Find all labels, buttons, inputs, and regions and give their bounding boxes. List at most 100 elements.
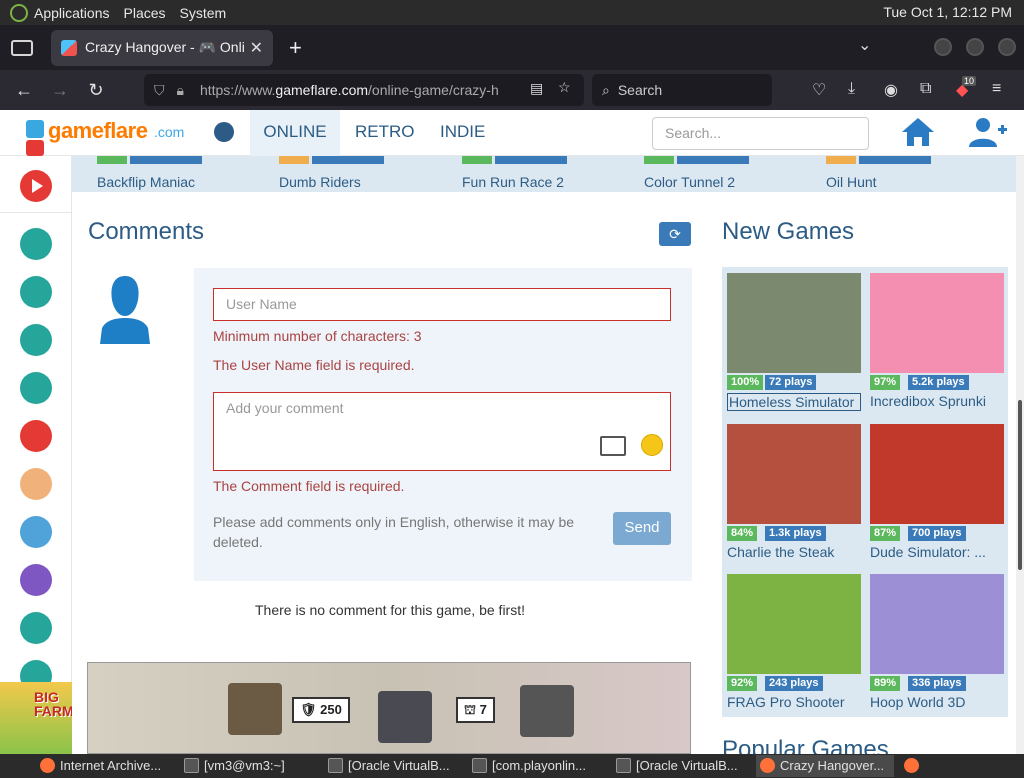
reload-button[interactable]: ↻ (78, 80, 114, 101)
close-window-button[interactable] (998, 38, 1016, 56)
account-icon[interactable]: ◉ (884, 80, 898, 100)
clock[interactable]: Tue Oct 1, 12:12 PM (883, 4, 1012, 20)
sidebar-divider (0, 212, 72, 213)
menu-system[interactable]: System (180, 5, 227, 21)
menu-hamburger-icon[interactable]: ≡ (992, 80, 1001, 98)
strip-game-link[interactable]: Backflip Maniac (97, 174, 195, 190)
site-search-input[interactable]: Search... (652, 117, 869, 150)
taskbar-item[interactable]: [Oracle VirtualB... (612, 755, 750, 777)
sidebar-item-penguin-icon[interactable] (20, 276, 52, 308)
game-card[interactable]: 100% 72 plays Homeless Simulator (727, 273, 861, 419)
sidebar-item-girl-icon[interactable] (20, 468, 52, 500)
gameflare-logo[interactable]: gameflare .com (26, 114, 186, 156)
sidebar-item-gamepad-icon[interactable] (20, 372, 52, 404)
extensions-icon[interactable]: ⧉ (920, 80, 931, 98)
sidebar-item-character-icon[interactable] (20, 420, 52, 452)
strip-game-link[interactable]: Dumb Riders (279, 174, 361, 190)
sidebar-item-bird-icon[interactable] (20, 564, 52, 596)
sidebar-item-3d-icon[interactable] (20, 228, 52, 260)
url-bar[interactable]: ⛉ 🔒︎ https://www.gameflare.com/online-ga… (144, 74, 584, 106)
browser-tab-active[interactable]: Crazy Hangover - 🎮 Online ✕ (51, 29, 273, 66)
firefox-icon (40, 758, 55, 773)
game-thumbnail[interactable] (727, 424, 861, 524)
taskbar-item-active[interactable]: Crazy Hangover... (756, 755, 894, 777)
game-thumbnail[interactable] (870, 574, 1004, 674)
strip-game-link[interactable]: Oil Hunt (826, 174, 877, 190)
plays-badge (495, 156, 567, 164)
play-icon[interactable] (20, 170, 52, 202)
page-scrollbar[interactable] (1016, 156, 1024, 754)
tab-close-icon[interactable]: ✕ (250, 38, 263, 58)
reader-view-icon[interactable]: ▤ (530, 80, 543, 97)
lock-icon[interactable]: 🔒︎ (177, 82, 184, 99)
nav-online[interactable]: ONLINE (250, 110, 340, 156)
game-title-link[interactable]: Hoop World 3D (870, 694, 1004, 710)
strip-game-link[interactable]: Color Tunnel 2 (644, 174, 735, 190)
new-games-heading: New Games (722, 218, 855, 245)
taskbar-item[interactable]: [com.playonlin... (468, 755, 606, 777)
list-all-tabs-icon[interactable] (11, 39, 33, 56)
game-card[interactable]: 97% 5.2k plays Incredibox Sprunki (870, 273, 1004, 419)
emoji-icon[interactable] (641, 434, 663, 456)
plays-badge: 336 plays (908, 676, 966, 691)
back-button[interactable]: ← (6, 80, 42, 101)
send-button[interactable]: Send (613, 512, 671, 545)
add-user-icon[interactable] (968, 116, 1008, 148)
game-title-link[interactable]: Charlie the Steak (727, 544, 861, 560)
comments-heading: Comments (88, 218, 205, 245)
refresh-comments-button[interactable]: ⟳ (659, 222, 691, 246)
sidebar-item-multiplayer-icon[interactable] (20, 516, 52, 548)
nav-retro[interactable]: RETRO (355, 110, 415, 156)
nav-indie[interactable]: INDIE (440, 110, 485, 156)
user-avatar-icon (100, 276, 150, 344)
bookmark-star-icon[interactable]: ☆ (558, 79, 571, 96)
terminal-icon (184, 758, 199, 773)
taskbar-item[interactable]: Internet Archive... (36, 755, 174, 777)
taskbar-item[interactable]: [Oracle VirtualB... (324, 755, 462, 777)
site-header: gameflare .com ONLINE RETRO INDIE Search… (0, 110, 1024, 156)
downloads-icon[interactable]: ⤓ (848, 80, 855, 98)
no-comment-message: There is no comment for this game, be fi… (255, 602, 525, 618)
sidebar-item-puzzle-icon[interactable] (20, 612, 52, 644)
url-text[interactable]: https://www.gameflare.com/online-game/cr… (200, 82, 510, 98)
game-thumbnail[interactable] (727, 574, 861, 674)
comment-textarea[interactable]: Add your comment (213, 392, 671, 471)
tab-favicon-icon (61, 39, 77, 56)
game-title-link[interactable]: Dude Simulator: ... (870, 544, 1004, 560)
game-thumbnail[interactable] (870, 273, 1004, 373)
game-card[interactable]: 84% 1.3k plays Charlie the Steak (727, 424, 861, 570)
game-title-link[interactable]: Homeless Simulator (727, 393, 861, 411)
game-thumbnail[interactable] (727, 273, 861, 373)
maximize-button[interactable] (966, 38, 984, 56)
game-title-link[interactable]: Incredibox Sprunki (870, 393, 1004, 409)
menu-applications[interactable]: Applications (34, 5, 110, 21)
username-input[interactable]: User Name (213, 288, 671, 321)
taskbar-item[interactable]: [vm3@vm3:~] (180, 755, 318, 777)
new-tab-button[interactable]: + (289, 35, 302, 61)
chevron-down-icon[interactable]: ⌄ (858, 35, 871, 55)
big-farm-ad[interactable]: BIG FARM (0, 682, 74, 754)
pocket-icon[interactable]: ♡ (812, 80, 826, 100)
game-title-link[interactable]: FRAG Pro Shooter (727, 694, 861, 710)
menu-places[interactable]: Places (124, 5, 166, 21)
game-card[interactable]: 89% 336 plays Hoop World 3D (870, 574, 1004, 720)
strategy-game-ad[interactable]: 🛡︎ 250 ⛫ 7 (87, 662, 691, 754)
browser-search-input[interactable]: ⌕ Search (592, 74, 772, 106)
strip-game-link[interactable]: Fun Run Race 2 (462, 174, 564, 190)
taskbar-firefox-launcher[interactable] (900, 755, 928, 777)
resource-badge: 🛡︎ 250 (292, 697, 350, 723)
home-icon[interactable] (900, 116, 936, 148)
game-thumbnail[interactable] (870, 424, 1004, 524)
sidebar-item-car-icon[interactable] (20, 324, 52, 356)
forward-button[interactable]: → (42, 80, 78, 101)
game-card[interactable]: 87% 700 plays Dude Simulator: ... (870, 424, 1004, 570)
shield-icon[interactable]: ⛉ (154, 82, 165, 99)
game-card[interactable]: 92% 243 plays FRAG Pro Shooter (727, 574, 861, 720)
scrollbar-thumb[interactable] (1018, 400, 1022, 570)
rating-badge (644, 156, 674, 164)
globe-icon[interactable] (214, 122, 234, 142)
os-logo-icon[interactable] (10, 3, 28, 22)
image-upload-icon[interactable] (600, 436, 626, 456)
minimize-button[interactable] (934, 38, 952, 56)
os-top-panel: Applications Places System Tue Oct 1, 12… (0, 0, 1024, 25)
